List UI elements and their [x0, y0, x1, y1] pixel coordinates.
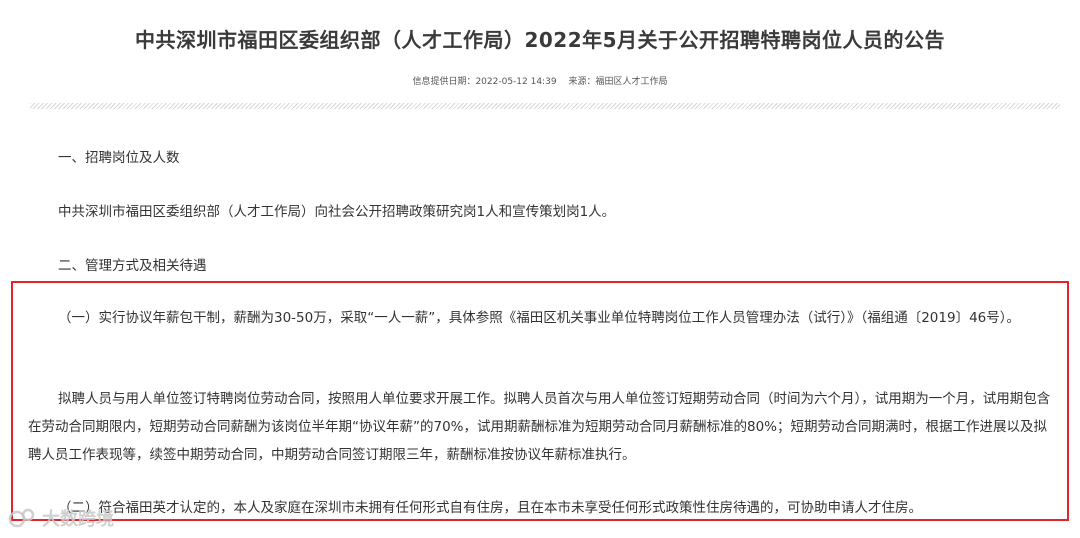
publish-date: 信息提供日期：2022-05-12 14:39: [412, 77, 557, 87]
header-divider: [30, 103, 1060, 109]
paragraph-salary: （一）实行协议年薪包干制，薪酬为30-50万，采取“一人一薪”，具体参照《福田区…: [58, 310, 1020, 326]
watermark: 大数跨境: [8, 503, 114, 533]
section-heading-recruitment: 一、招聘岗位及人数: [58, 150, 180, 166]
section-body-recruitment: 中共深圳市福田区委组织部（人才工作局）向社会公开招聘政策研究岗1人和宣传策划岗1…: [58, 204, 616, 220]
source-label: 来源：福田区人才工作局: [568, 77, 668, 87]
paragraph-contract: 拟聘人员与用人单位签订特聘岗位劳动合同，按照用人单位要求开展工作。拟聘人员首次与…: [28, 391, 1051, 463]
section-heading-management: 二、管理方式及相关待遇: [58, 258, 207, 274]
watermark-logo-icon: [8, 507, 38, 529]
paragraph-housing: （二）符合福田英才认定的，本人及家庭在深圳市未拥有任何形式自有住房，且在本市未享…: [58, 500, 922, 516]
page-title: 中共深圳市福田区委组织部（人才工作局）2022年5月关于公开招聘特聘岗位人员的公…: [134, 28, 946, 52]
article-meta: 信息提供日期：2022-05-12 14:39 来源：福田区人才工作局: [0, 74, 1080, 87]
watermark-text: 大数跨境: [42, 509, 114, 530]
